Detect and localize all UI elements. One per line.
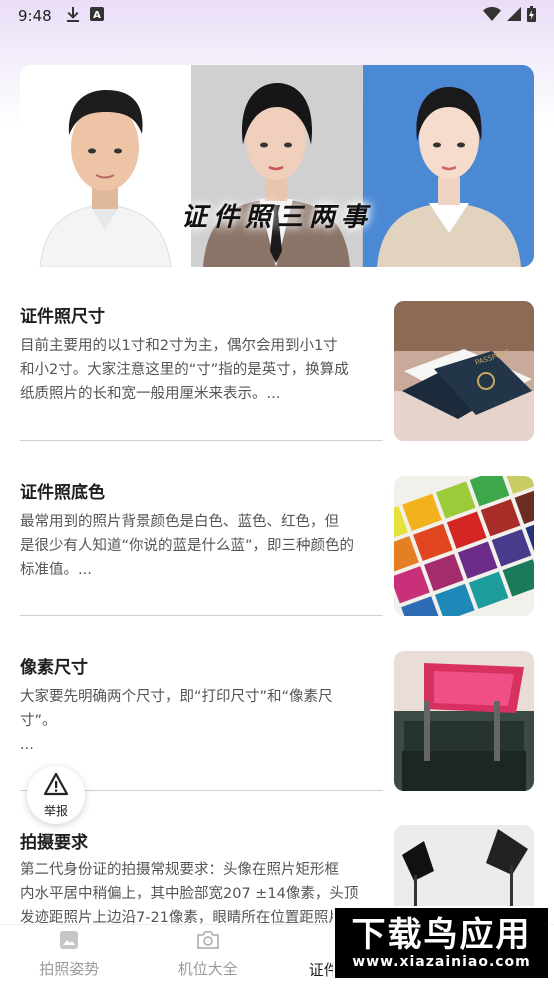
- article-card[interactable]: 证件照底色 最常用到的照片背景颜色是白色、蓝色、红色，但 是很少有人知道“你说的…: [20, 466, 534, 616]
- divider: [20, 440, 383, 441]
- color-swatch-image: [394, 476, 534, 616]
- article-card[interactable]: 证件照尺寸 目前主要用的以1寸和2寸为主，偶尔会用到小1寸 和小2寸。大家注意这…: [20, 290, 534, 441]
- nav-item-pose[interactable]: 拍照姿势: [0, 925, 139, 984]
- camera-icon: [196, 930, 220, 954]
- status-bar: 9:48 A: [0, 0, 554, 32]
- nav-item-angles[interactable]: 机位大全: [139, 925, 278, 984]
- article-summary: 第二代身份证的拍摄常规要求：头像在照片矩形框 内水平居中稍偏上，其中脸部宽207…: [20, 862, 359, 926]
- wifi-icon: [483, 7, 501, 25]
- watermark-overlay: 下载鸟应用 www.xiazainiao.com: [333, 906, 550, 980]
- banner-caption: 证件照三两事: [180, 202, 373, 233]
- report-button[interactable]: 举报: [27, 766, 85, 824]
- portrait-woman-blue-photo: [362, 65, 534, 267]
- divider: [20, 615, 383, 616]
- article-title: 证件照尺寸: [20, 307, 105, 327]
- article-title: 像素尺寸: [20, 658, 88, 678]
- nav-label: 拍照姿势: [39, 960, 100, 978]
- portrait-woman-suit-photo: [191, 65, 363, 267]
- nav-label: 机位大全: [177, 960, 238, 978]
- download-icon: [66, 6, 80, 26]
- watermark-url: www.xiazainiao.com: [352, 954, 531, 970]
- passport-image: PASSPORT: [394, 301, 534, 441]
- status-left-icons: A: [66, 6, 104, 26]
- printer-image: [394, 651, 534, 791]
- a-badge-icon: A: [89, 7, 104, 25]
- image-icon: [59, 930, 79, 954]
- signal-icon: [507, 7, 521, 25]
- watermark-title: 下载鸟应用: [351, 915, 532, 955]
- article-summary: 最常用到的照片背景颜色是白色、蓝色、红色，但 是很少有人知道“你说的蓝是什么蓝”…: [20, 514, 355, 578]
- hero-banner[interactable]: 证件照三两事: [20, 65, 534, 267]
- portrait-man-photo: [20, 65, 192, 267]
- status-time: 9:48: [18, 7, 52, 25]
- warning-icon: [43, 772, 69, 800]
- article-summary: 大家要先明确两个尺寸，即“打印尺寸”和“像素尺 寸”。 ...: [20, 689, 333, 753]
- article-title: 拍摄要求: [20, 833, 88, 853]
- article-title: 证件照底色: [20, 483, 105, 503]
- report-label: 举报: [43, 803, 68, 818]
- article-summary: 目前主要用的以1寸和2寸为主，偶尔会用到小1寸 和小2寸。大家注意这里的“寸”指…: [20, 338, 349, 402]
- svg-text:A: A: [93, 10, 101, 21]
- battery-icon: [527, 6, 536, 26]
- article-card[interactable]: 像素尺寸 大家要先明确两个尺寸，即“打印尺寸”和“像素尺 寸”。 ...: [20, 641, 534, 791]
- status-right-icons: [483, 6, 536, 26]
